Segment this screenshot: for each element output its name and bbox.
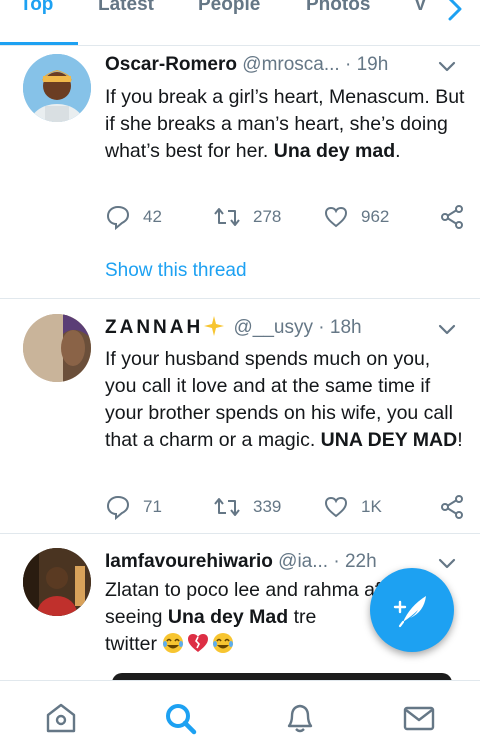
avatar[interactable]	[23, 314, 91, 382]
retweet-count: 278	[253, 207, 282, 226]
heart-icon	[324, 206, 348, 228]
reply-icon	[106, 495, 130, 520]
display-name[interactable]: ZANNAH	[105, 317, 203, 338]
retweet-button[interactable]: 339	[213, 493, 281, 521]
chevron-down-icon[interactable]	[438, 61, 456, 73]
like-count: 962	[361, 207, 390, 226]
tweet-text: If you break a girl’s heart, Menascum. B…	[105, 86, 465, 162]
tweet-actions: 42 278 962	[105, 203, 465, 231]
chevron-down-icon[interactable]	[438, 324, 456, 336]
reply-button[interactable]: 71	[105, 493, 162, 521]
tab-top[interactable]: Top	[20, 0, 53, 16]
timestamp[interactable]: 19h	[357, 54, 389, 75]
search-icon[interactable]	[163, 701, 197, 735]
retweet-icon	[214, 498, 240, 516]
share-icon[interactable]	[439, 494, 465, 520]
like-button[interactable]: 1K	[323, 493, 382, 521]
messages-icon[interactable]	[402, 701, 436, 735]
separator: ·	[333, 551, 340, 572]
like-count: 1K	[361, 497, 382, 516]
tab-latest[interactable]: Latest	[98, 0, 154, 16]
tab-people[interactable]: People	[198, 0, 260, 16]
tweet[interactable]: ZANNAH @__usyy · 18h If your husband spe…	[0, 300, 480, 534]
separator: ·	[318, 317, 325, 338]
retweet-count: 339	[253, 497, 282, 516]
broken-heart-emoji	[188, 634, 209, 652]
avatar[interactable]	[23, 548, 91, 616]
display-name[interactable]: Oscar-Romero	[105, 54, 237, 75]
reply-button[interactable]: 42	[105, 203, 162, 231]
tears-of-joy-emoji	[163, 633, 184, 653]
tab-photos[interactable]: Photos	[306, 0, 370, 16]
like-button[interactable]: 962	[323, 203, 389, 231]
timestamp[interactable]: 18h	[330, 317, 362, 338]
active-tab-indicator	[0, 42, 78, 45]
compose-tweet-button[interactable]	[370, 568, 454, 652]
sparkles-emoji	[204, 316, 225, 336]
avatar[interactable]	[23, 54, 91, 122]
user-handle[interactable]: @ia...	[278, 551, 328, 572]
chevron-right-icon[interactable]	[444, 0, 466, 22]
search-tabs: Top Latest People Photos V	[0, 0, 480, 46]
compose-tweet-icon	[393, 596, 426, 628]
share-icon[interactable]	[439, 204, 465, 230]
retweet-icon	[214, 208, 240, 226]
tweet-text: If your husband spends much on you, you …	[105, 348, 463, 451]
display-name[interactable]: Iamfavourehiwario	[105, 551, 273, 572]
reply-count: 71	[143, 497, 162, 516]
home-icon[interactable]	[44, 701, 78, 735]
retweet-button[interactable]: 278	[213, 203, 281, 231]
show-thread-link[interactable]: Show this thread	[105, 260, 247, 282]
bottom-navigation	[0, 680, 480, 753]
tears-of-joy-emoji	[213, 633, 234, 653]
tweet[interactable]: Oscar-Romero @mrosca... · 19h If you bre…	[0, 47, 480, 299]
notifications-icon[interactable]	[283, 701, 317, 735]
tweet-actions: 71 339 1K	[105, 493, 465, 521]
user-handle[interactable]: @__usyy	[234, 317, 314, 338]
reply-icon	[106, 205, 130, 230]
reply-count: 42	[143, 207, 162, 226]
separator: ·	[344, 54, 352, 75]
heart-icon	[324, 496, 348, 518]
user-handle[interactable]: @mrosca...	[242, 54, 339, 75]
tab-videos[interactable]: V	[414, 0, 427, 16]
